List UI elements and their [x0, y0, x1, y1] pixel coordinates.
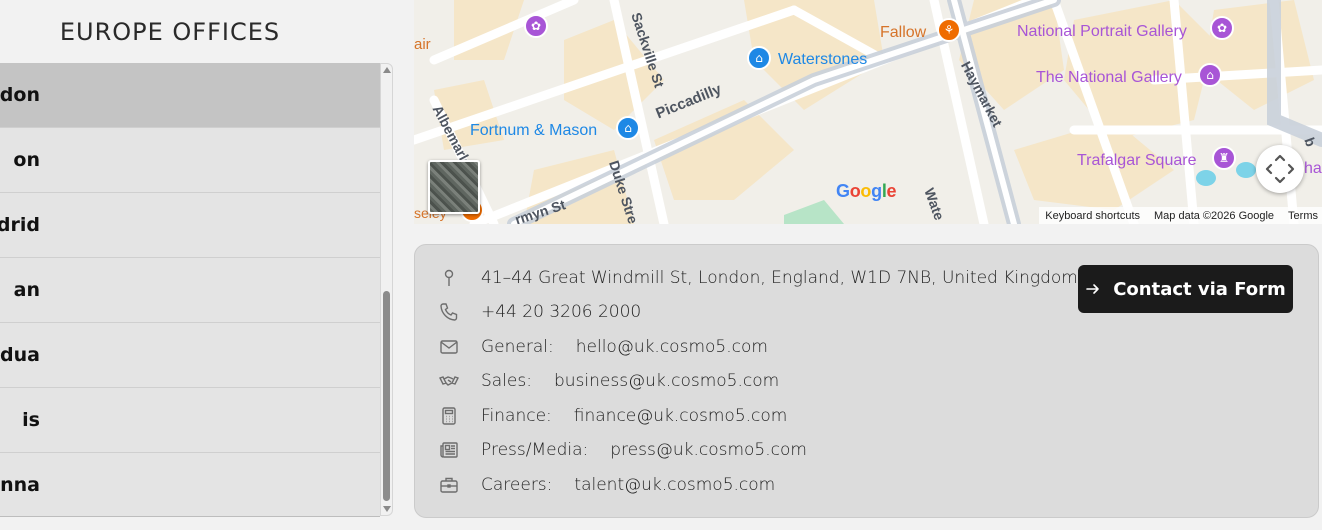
newspaper-icon [439, 440, 459, 460]
handshake-icon [439, 371, 459, 391]
map-label-air: air [414, 36, 431, 53]
general-email-link[interactable]: hello@uk.cosmo5.com [576, 337, 768, 357]
office-city-list[interactable]: ndon on drid an dua is nna [0, 63, 380, 517]
calculator-icon [439, 406, 459, 426]
landmark-pin-icon[interactable]: ♜ [1212, 146, 1236, 170]
city-item-milan[interactable]: an [0, 258, 380, 323]
sales-email-link[interactable]: business@uk.cosmo5.com [554, 371, 779, 391]
contact-card: 41–44 Great Windmill St, London, England… [414, 244, 1319, 518]
city-label: is [22, 409, 40, 431]
careers-email-row: Careers: talent@uk.cosmo5.com [439, 468, 775, 502]
phone-number[interactable]: +44 20 3206 2000 [481, 302, 641, 322]
city-label: an [13, 279, 40, 301]
city-label: nna [0, 474, 40, 496]
map-label-national-portrait-gallery: National Portrait Gallery [1017, 23, 1187, 40]
city-label: dua [0, 344, 40, 366]
city-item[interactable]: on [0, 128, 380, 193]
shopping-pin-icon[interactable]: ⌂ [747, 46, 771, 70]
careers-label: Careers: [481, 475, 553, 495]
terms-link[interactable]: Terms [1288, 210, 1318, 222]
scroll-down-arrow-icon[interactable] [383, 506, 391, 512]
contact-via-form-button[interactable]: Contact via Form [1078, 265, 1293, 313]
map-label-national-gallery: The National Gallery [1036, 69, 1182, 86]
envelope-icon [439, 337, 459, 357]
city-label: ndon [0, 84, 40, 106]
finance-label: Finance: [481, 406, 552, 426]
scroll-up-arrow-icon[interactable] [383, 67, 391, 73]
keyboard-shortcuts-link[interactable]: Keyboard shortcuts [1045, 210, 1140, 222]
location-pin-icon [439, 268, 459, 288]
careers-email-link[interactable]: talent@uk.cosmo5.com [574, 475, 775, 495]
finance-email-link[interactable]: finance@uk.cosmo5.com [574, 406, 788, 426]
offices-heading: EUROPE OFFICES [59, 18, 281, 46]
map-attribution-bar: Keyboard shortcuts Map data ©2026 Google… [1039, 207, 1322, 224]
phone-icon [439, 302, 459, 322]
shopping-pin-icon[interactable]: ⌂ [616, 116, 640, 140]
city-item-paris[interactable]: is [0, 388, 380, 453]
city-label: drid [0, 214, 40, 236]
city-item-vienna[interactable]: nna [0, 453, 380, 516]
map-label-fortnum-mason: Fortnum & Mason [470, 122, 598, 139]
map-label-fallow: Fallow [880, 24, 927, 41]
art-gallery-pin-icon[interactable]: ✿ [1210, 16, 1234, 40]
city-item-madrid[interactable]: drid [0, 193, 380, 258]
office-map[interactable]: ✿ ⚘ ⌂ ✿ ⌂ ⌂ ♜ ⚘ air Sackville St Fallow … [414, 0, 1322, 224]
museum-pin-icon[interactable]: ⌂ [1198, 63, 1222, 87]
phone-row: +44 20 3206 2000 [439, 295, 641, 329]
map-label-trafalgar-square: Trafalgar Square [1077, 152, 1197, 169]
city-list-scrollbar[interactable] [380, 63, 393, 516]
finance-email-row: Finance: finance@uk.cosmo5.com [439, 399, 787, 433]
map-label-ha: ha [1304, 160, 1322, 177]
city-label: on [13, 149, 40, 171]
move-arrows-icon [1265, 154, 1295, 184]
sales-email-row: Sales: business@uk.cosmo5.com [439, 364, 779, 398]
city-item-padua[interactable]: dua [0, 323, 380, 388]
arrow-right-icon [1086, 284, 1100, 294]
press-email-row: Press/Media: press@uk.cosmo5.com [439, 433, 807, 467]
restaurant-pin-icon[interactable]: ⚘ [937, 18, 961, 42]
art-gallery-pin-icon[interactable]: ✿ [524, 14, 548, 38]
scrollbar-thumb[interactable] [383, 291, 390, 501]
google-logo: Google [836, 181, 897, 201]
contact-via-form-label: Contact via Form [1113, 278, 1286, 300]
general-label: General: [481, 337, 554, 357]
press-label: Press/Media: [481, 440, 589, 460]
map-label-waterstones: Waterstones [778, 51, 868, 68]
satellite-view-toggle[interactable] [428, 160, 480, 214]
map-pan-control[interactable] [1256, 145, 1304, 193]
address-row: 41–44 Great Windmill St, London, England… [439, 261, 1078, 295]
address-text: 41–44 Great Windmill St, London, England… [481, 268, 1078, 288]
map-data-credit: Map data ©2026 Google [1154, 209, 1275, 222]
general-email-row: General: hello@uk.cosmo5.com [439, 330, 768, 364]
press-email-link[interactable]: press@uk.cosmo5.com [610, 440, 807, 460]
sales-label: Sales: [481, 371, 532, 391]
city-item-london[interactable]: ndon [0, 63, 380, 128]
briefcase-icon [439, 475, 459, 495]
